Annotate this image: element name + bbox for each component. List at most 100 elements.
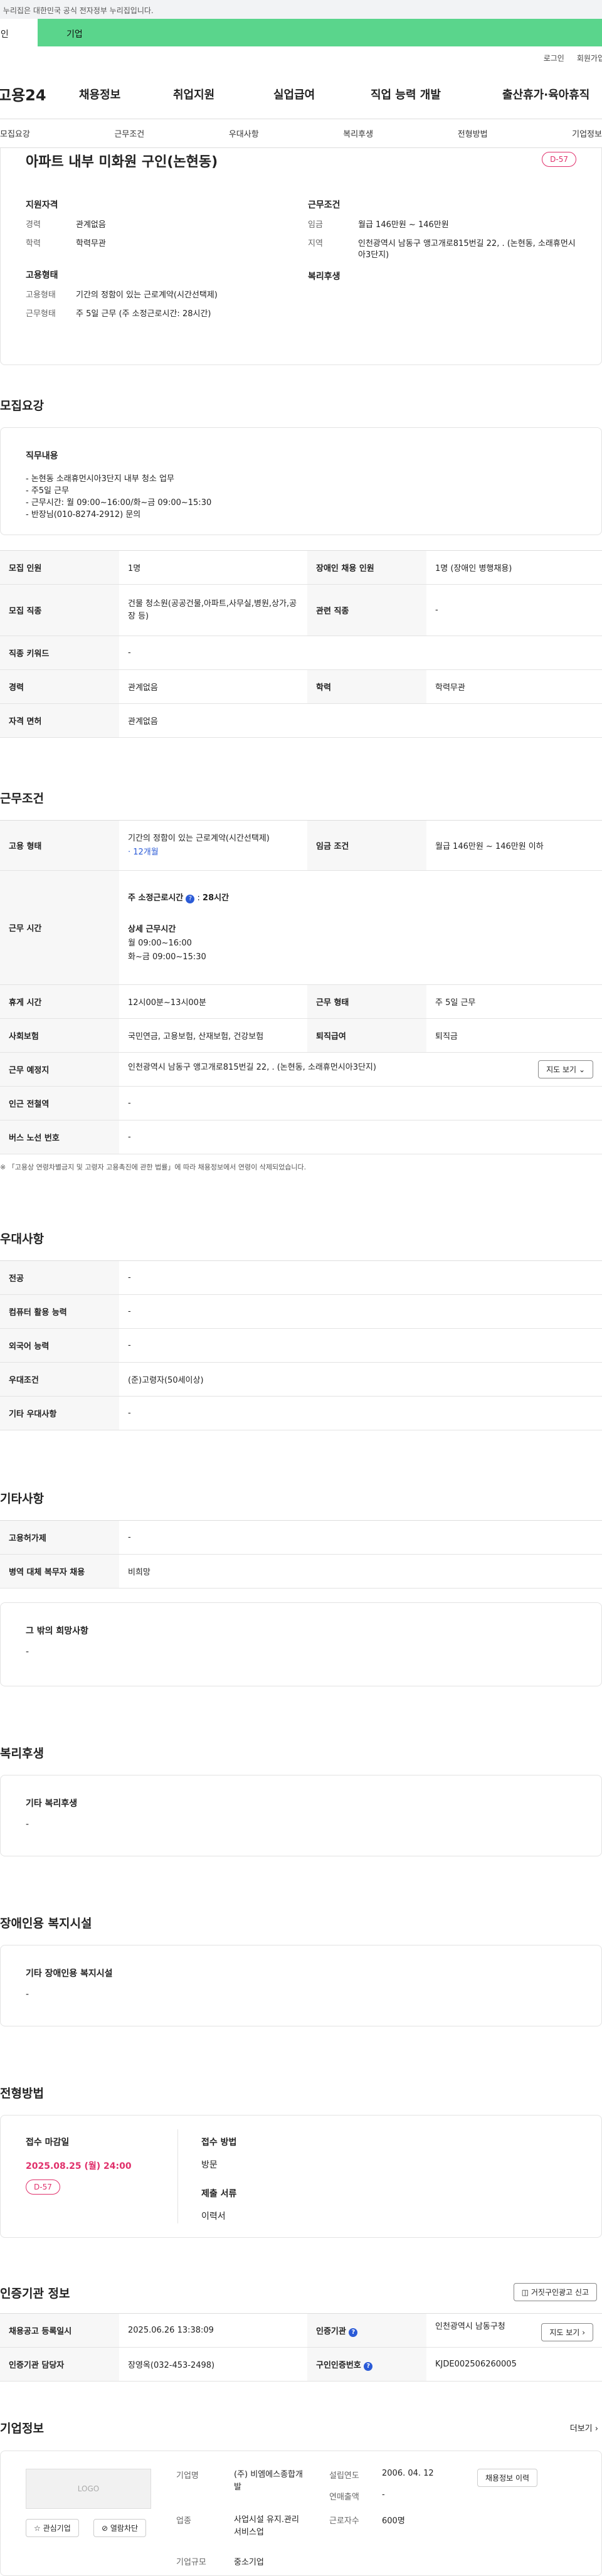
retirement-value: 퇴직금 (426, 1018, 602, 1053)
table-row: 우대조건 (준)고령자(50세이상) (0, 1362, 602, 1397)
area-label: 지역 (308, 239, 323, 248)
report-button-label: 거짓구인광고 신고 (531, 2288, 589, 2297)
nav-item-jobs[interactable]: 채용정보 (79, 86, 173, 102)
block-view-button[interactable]: ⊘ 열람차단 (93, 2519, 147, 2537)
keyword-label: 직종 키워드 (0, 636, 119, 670)
regdate-value: 2025.06.26 13:38:09 (119, 2313, 307, 2348)
welfare-box-value: - (26, 1819, 29, 1829)
nav-item-parental-leave[interactable]: 출산휴가·육아휴직 (502, 86, 596, 102)
tab-personal[interactable]: 개인 (0, 19, 38, 46)
disabled-fac-value: - (26, 1989, 29, 1999)
summary-conditions: 근무조건 임금 월급 146만원 ~ 146만원 지역 인천광역시 남동구 앵고개로… (308, 198, 578, 291)
work-hours-cell: 주 소정근로시간 ? : 28시간 상세 근무시간 월 09:00~16:00 … (119, 870, 602, 985)
education-value: 학력무관 (76, 239, 106, 248)
detail-hours-label: 상세 근무시간 (128, 924, 176, 934)
tab-company-label: 기업 (66, 29, 83, 40)
join-link[interactable]: 회원가입 (577, 53, 602, 63)
agency-map-button[interactable]: 지도 보기 › (541, 2323, 593, 2341)
education-row-label: 학력 (307, 669, 426, 704)
tab-work-conditions[interactable]: 근무조건 (114, 127, 144, 139)
info-icon[interactable]: ? (364, 2361, 373, 2371)
nav-item-unemployment-benefit[interactable]: 실업급여 (273, 86, 371, 102)
company-logo: LOGO (26, 2469, 151, 2509)
career-value: 관계없음 (76, 220, 106, 230)
favorite-company-button[interactable]: ☆ 관심기업 (26, 2519, 79, 2537)
tab-personal-label: 개인 (0, 29, 9, 40)
bell-icon: ◫ (521, 2288, 529, 2297)
tab-company[interactable]: 기업 (38, 19, 602, 46)
nav-item-training[interactable]: 직업 능력 개발 (371, 86, 502, 102)
login-link[interactable]: 로그인 (544, 53, 564, 63)
site-logo[interactable]: 고용24 (0, 83, 79, 105)
disabled-fac-title: 장애인용 복지시설 (0, 1917, 92, 1930)
major-label: 전공 (0, 1260, 119, 1295)
table-row: 자격 면허 관계없음 (0, 703, 602, 738)
career-row-label: 경력 (0, 669, 119, 704)
report-button[interactable]: ◫ 거짓구인광고 신고 (513, 2283, 597, 2301)
related-occupation-label: 관련 직종 (307, 584, 426, 636)
table-row: 버스 노선 번호 - (0, 1120, 602, 1154)
language-label: 외국어 능력 (0, 1328, 119, 1363)
subway-label: 인근 전철역 (0, 1086, 119, 1120)
company-name-value: (주) 비엠에스종합개발 (234, 2470, 303, 2492)
work-title: 근무조건 (0, 792, 44, 806)
tab-company-info[interactable]: 기업정보 (572, 127, 602, 139)
work-hours-label: 근무 시간 (0, 870, 119, 985)
nav-item-employment-support[interactable]: 취업지원 (173, 86, 273, 102)
agency-title: 인증기관 정보 (0, 2287, 70, 2301)
tab-welfare[interactable]: 복리후생 (343, 127, 373, 139)
contract-hours-value: 28시간 (203, 893, 230, 903)
authno-label-cell: 구인인증번호 ? (307, 2347, 426, 2382)
wage-value: 월급 146만원 ~ 146만원 (358, 220, 449, 230)
dday-badge: D-57 (542, 152, 576, 167)
authno-label: 구인인증번호 (316, 2360, 361, 2370)
pc-skill-value: - (119, 1294, 602, 1329)
docs-value: 이력서 (201, 2211, 226, 2222)
table-row: 휴게 시간 12시00분~13시00분 근무 형태 주 5일 근무 (0, 984, 602, 1019)
education-row-value: 학력무관 (426, 669, 602, 704)
work-type-value: 주 5일 근무 (주 소정근로시간: 28시간) (76, 309, 211, 319)
agency-header: 인증기관 정보 ◫ 거짓구인광고 신고 (0, 2281, 602, 2306)
work-type-label: 근무형태 (26, 309, 56, 319)
welfare-heading: 복리후생 (308, 272, 341, 282)
pref-title: 우대사항 (0, 1232, 44, 1246)
job-title: 아파트 내부 미화원 구인(논현동) (26, 154, 218, 170)
wish-box: 그 밖의 희망사항 - (0, 1602, 602, 1686)
bus-label: 버스 노선 번호 (0, 1120, 119, 1154)
contract-hours-label: 주 소정근로시간 (128, 893, 184, 903)
subway-value: - (119, 1086, 602, 1120)
tab-recruit[interactable]: 모집요강 (0, 127, 30, 139)
break-value: 12시00분~13시00분 (119, 984, 307, 1019)
info-icon[interactable]: ? (349, 2328, 358, 2337)
tab-selection[interactable]: 전형방법 (458, 127, 488, 139)
workplace-value: 인천광역시 남동구 앵고개로815번길 22, . (논현동, 소래휴먼시아3단… (128, 1063, 376, 1072)
table-row: 모집 직종 건물 청소원(공공건물,아파트,사무실,병원,상가,공장 등) 관련… (0, 584, 602, 636)
area-value: 인천광역시 남동구 앵고개로815번길 22, . (논현동, 소래휴먼시아3단… (358, 239, 576, 260)
star-icon: ☆ (34, 2524, 41, 2533)
map-button[interactable]: 지도 보기 ⌄ (538, 1060, 593, 1078)
welfare-box: 기타 복리후생 - (0, 1775, 602, 1856)
table-row: 경력 관계없음 학력 학력무관 (0, 669, 602, 704)
retirement-label: 퇴직급여 (307, 1018, 426, 1053)
table-row: 외국어 능력 - (0, 1328, 602, 1363)
company-more-label: 더보기 (569, 2424, 593, 2434)
wish-heading: 그 밖의 희망사항 (26, 1626, 88, 1636)
chevron-down-icon: ⌄ (578, 1065, 585, 1074)
education-label: 학력 (26, 239, 41, 248)
company-more-link[interactable]: 더보기 › (570, 2422, 598, 2434)
permit-label: 고용허가제 (0, 1520, 119, 1555)
count-label: 모집 인원 (0, 550, 119, 585)
info-icon[interactable]: ? (186, 894, 195, 903)
bus-value: - (119, 1120, 602, 1154)
duty-box: 직무내용 - 논현동 소래휴먼시아3단지 내부 청소 업무 - 주5일 근무 -… (0, 427, 602, 535)
major-value: - (119, 1260, 602, 1295)
workplace-label: 근무 예정지 (0, 1052, 119, 1087)
permit-value: - (119, 1520, 602, 1555)
job-history-button[interactable]: 채용정보 이력 (477, 2469, 538, 2487)
tab-preferences[interactable]: 우대사항 (229, 127, 259, 139)
pref-table: 전공 - 컴퓨터 활용 능력 - 외국어 능력 - 우대조건 (준)고령자(50세이상)… (0, 1260, 602, 1430)
manager-value: 장영옥(032-453-2498) (119, 2347, 307, 2382)
pref-cond-value: (준)고령자(50세이상) (119, 1362, 602, 1397)
table-row: 인근 전철역 - (0, 1086, 602, 1120)
job-summary-card: 아파트 내부 미화원 구인(논현동) D-57 지원자격 경력 관계없음 학력 학력… (0, 148, 602, 365)
